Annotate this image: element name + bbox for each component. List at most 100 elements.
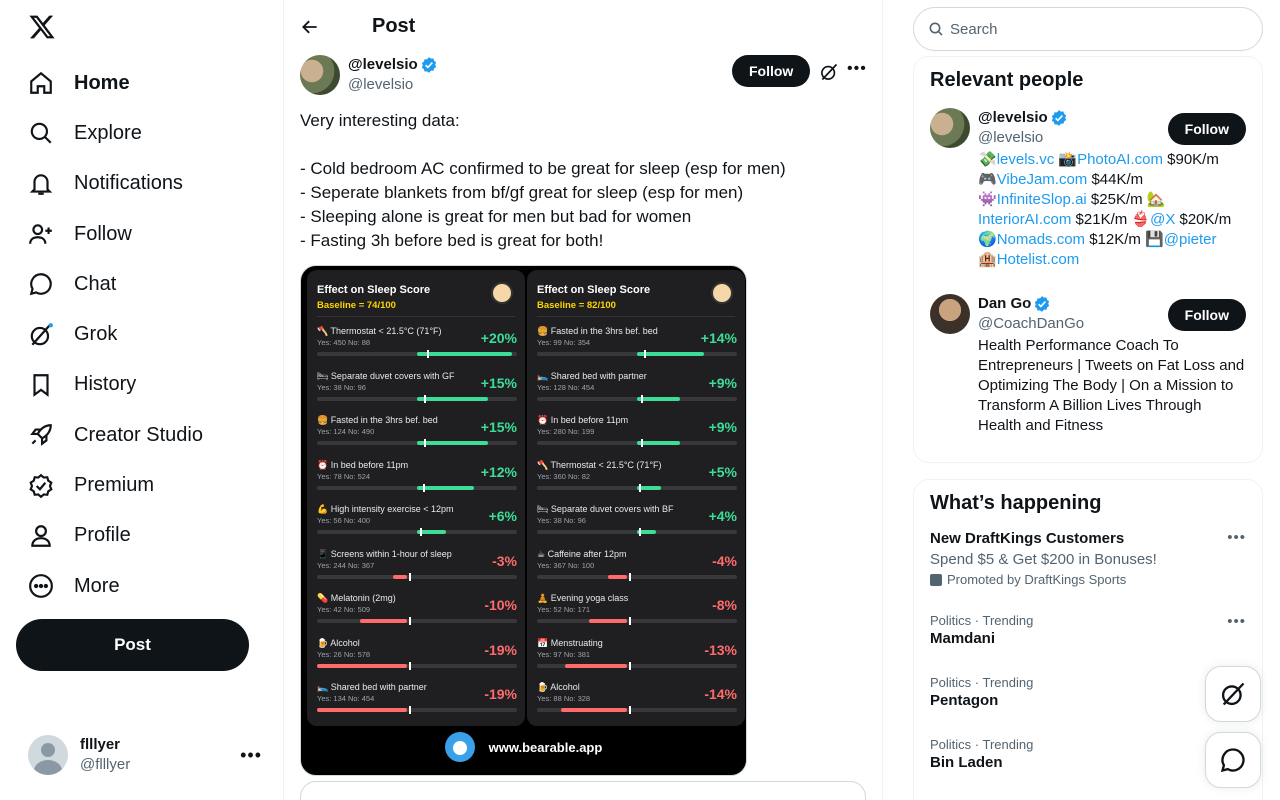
- person-levelsio[interactable]: @levelsio @levelsio 💸levels.vc 📸PhotoAI.…: [914, 108, 1262, 270]
- avatar[interactable]: [930, 108, 970, 148]
- follow-button[interactable]: Follow: [732, 55, 811, 87]
- panel-title: Effect on Sleep Score: [537, 284, 651, 296]
- search-box[interactable]: [913, 7, 1263, 51]
- effect-row: 🪓 Thermostat < 21.5°C (71°F) Yes: 360 No:…: [537, 460, 737, 504]
- nav-label: Grok: [74, 323, 118, 346]
- bio-text: $21K/m: [1071, 211, 1132, 228]
- account-switcher[interactable]: flllyer @flllyer •••: [16, 730, 268, 780]
- row-bar-fill: [417, 396, 489, 401]
- nav-chat[interactable]: Chat: [16, 259, 266, 309]
- bio-text: $12K/m: [1085, 231, 1146, 248]
- grok-fab-button[interactable]: [1205, 666, 1261, 722]
- row-bar-track: [537, 706, 737, 714]
- person-name[interactable]: Dan Go: [978, 294, 1031, 314]
- bio-link[interactable]: VibeJam.com: [997, 171, 1088, 188]
- bio-link[interactable]: Nomads.com: [997, 231, 1085, 248]
- effect-row: 🍔 Fasted in the 3hrs bef. bed Yes: 124 No…: [317, 415, 517, 459]
- promoted-by: Promoted by DraftKings Sports: [947, 572, 1127, 587]
- bio-link[interactable]: levels.vc: [997, 151, 1055, 168]
- nav-history[interactable]: History: [16, 360, 266, 410]
- row-counts: Yes: 244 No: 367: [317, 560, 375, 570]
- bio-link[interactable]: PhotoAI.com: [1077, 151, 1163, 168]
- row-baseline-marker: [409, 617, 411, 625]
- promoted-trend[interactable]: New DraftKings Customers Spend $5 & Get …: [914, 529, 1262, 589]
- nav-more[interactable]: More: [16, 561, 266, 611]
- verified-badge-icon: [421, 57, 436, 73]
- more-dots-icon[interactable]: •••: [240, 745, 262, 766]
- row-bar-fill: [560, 708, 627, 712]
- more-dots-icon[interactable]: •••: [847, 60, 867, 78]
- row-counts: Yes: 42 No: 509: [317, 605, 371, 614]
- more-dots-icon[interactable]: •••: [1227, 529, 1246, 546]
- chat-fab-button[interactable]: [1205, 732, 1261, 788]
- nav-creator-studio[interactable]: Creator Studio: [16, 410, 266, 460]
- left-nav: Home Explore Notifications Follow Chat G…: [0, 0, 284, 800]
- search-input[interactable]: [950, 20, 1230, 38]
- row-counts: Yes: 97 No: 381: [537, 649, 591, 659]
- row-counts: Yes: 26 No: 578: [317, 649, 371, 659]
- row-percent: +12%: [480, 463, 517, 480]
- nav-notifications[interactable]: Notifications: [16, 159, 266, 209]
- row-baseline-marker: [629, 661, 631, 670]
- effect-row: 🍔 Fasted in the 3hrs bef. bed Yes: 99 No:…: [537, 326, 737, 370]
- avatar[interactable]: [300, 55, 340, 95]
- nav-label: Premium: [74, 474, 155, 497]
- premium-icon: [29, 473, 53, 498]
- row-label: 🪓 Thermostat < 21.5°C (71°F): [317, 326, 442, 336]
- post-author[interactable]: @levelsio @levelsio: [300, 55, 438, 95]
- person-icon: [31, 524, 51, 547]
- bio-link[interactable]: @X: [1150, 211, 1175, 228]
- relevant-people-card: Relevant people @levelsio @levelsio 💸lev…: [913, 56, 1263, 463]
- x-logo-icon[interactable]: [28, 13, 56, 41]
- nav-grok[interactable]: Grok: [16, 309, 266, 359]
- bio-text: $90K/m: [1162, 151, 1219, 168]
- row-counts: Yes: 280 No: 199: [537, 427, 595, 436]
- row-label: ☕ Caffeine after 12pm: [537, 548, 627, 559]
- back-arrow-icon[interactable]: [300, 17, 320, 37]
- follow-button[interactable]: Follow: [1167, 113, 1246, 145]
- row-percent: +5%: [708, 463, 737, 480]
- nav-home[interactable]: Home: [16, 58, 266, 108]
- follow-button[interactable]: Follow: [1167, 299, 1246, 331]
- person-dan-go[interactable]: Dan Go @CoachDanGo Health Performance Co…: [914, 294, 1262, 436]
- bio-link[interactable]: Hotelist.com: [997, 251, 1080, 268]
- trend-item[interactable]: Politics · Trending Mamdani •••: [914, 613, 1262, 649]
- row-bar-fill: [637, 352, 704, 356]
- nav-profile[interactable]: Profile: [16, 511, 266, 561]
- bio-link[interactable]: @pieter: [1164, 231, 1217, 248]
- author-handle[interactable]: @levelsio: [348, 75, 438, 95]
- row-counts: Yes: 38 No: 96: [317, 382, 366, 392]
- post-image[interactable]: Effect on Sleep Score Baseline = 74/100 …: [300, 265, 747, 776]
- person-bio: 💸levels.vc 📸PhotoAI.com $90K/m 🎮VibeJam.…: [978, 151, 1232, 268]
- row-percent: +14%: [700, 330, 737, 346]
- more-dots-icon[interactable]: •••: [1227, 613, 1246, 630]
- footer-url: www.bearable.app: [488, 739, 603, 755]
- face-icon: [711, 282, 733, 304]
- row-percent: -10%: [484, 597, 517, 613]
- grok-icon[interactable]: [819, 62, 839, 82]
- author-name[interactable]: @levelsio: [348, 55, 418, 75]
- row-label: 🍔 Fasted in the 3hrs bef. bed: [317, 415, 438, 425]
- row-label: 📅 Menstruating: [537, 637, 603, 648]
- row-bar-fill: [316, 663, 407, 668]
- bio-link[interactable]: InfiniteSlop.ai: [997, 191, 1087, 208]
- nav-follow[interactable]: Follow: [16, 209, 266, 259]
- row-bar-track: [537, 350, 737, 358]
- row-bar-track: [537, 617, 737, 625]
- nav-premium[interactable]: Premium: [16, 460, 266, 510]
- bio-link[interactable]: InteriorAI.com: [978, 211, 1071, 228]
- image-footer: www.bearable.app: [301, 729, 746, 765]
- chart-panel-right: Effect on Sleep Score Baseline = 82/100 …: [527, 270, 745, 726]
- nav-explore[interactable]: Explore: [16, 108, 266, 158]
- row-counts: Yes: 78 No: 524: [317, 471, 371, 481]
- row-label: 🛌 Shared bed with partner: [317, 682, 427, 692]
- bio-text: $25K/m: [1086, 191, 1147, 208]
- compose-post-button[interactable]: Post: [16, 619, 249, 671]
- quoted-post-card[interactable]: [300, 781, 866, 800]
- row-counts: Yes: 124 No: 490: [317, 427, 375, 436]
- person-name[interactable]: @levelsio: [978, 108, 1048, 128]
- row-counts: Yes: 450 No: 88: [317, 338, 371, 347]
- trend-subtitle: Spend $5 & Get $200 in Bonuses!: [930, 551, 1157, 568]
- effect-row: 🛌 Shared bed with partner Yes: 134 No: 45…: [316, 682, 517, 726]
- avatar[interactable]: [930, 294, 970, 334]
